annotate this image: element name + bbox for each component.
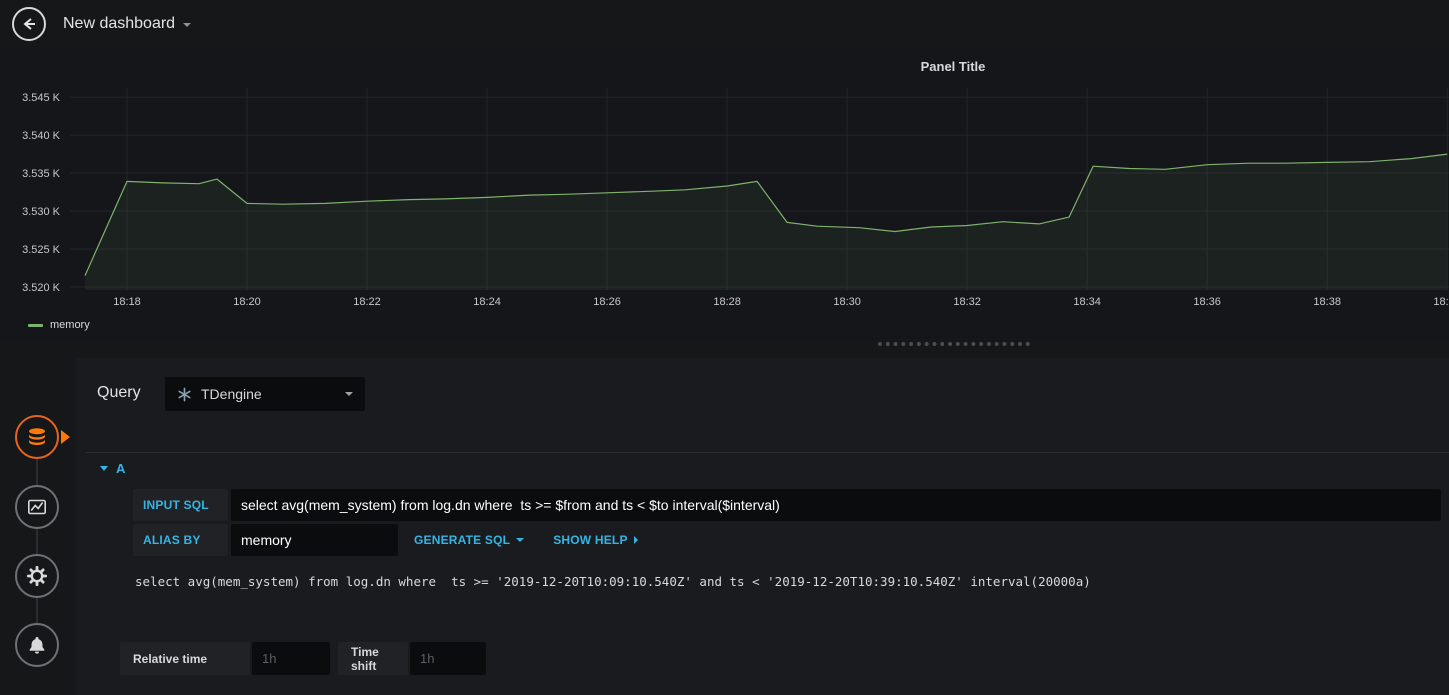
chevron-down-icon (345, 392, 353, 396)
chevron-down-icon (516, 538, 525, 542)
time-series-chart[interactable]: 18:18 18:20 18:22 18:24 18:26 18:28 18:30 18:32… (0, 48, 1449, 341)
chevron-right-icon (633, 536, 638, 544)
input-sql-row: INPUT SQL (133, 489, 1441, 521)
graph-panel: Panel Title 18:18 18:20 18:22 18:24 18:26 18:… (0, 48, 1449, 341)
svg-text:18:34: 18:34 (1073, 296, 1101, 308)
back-button[interactable] (12, 7, 46, 41)
svg-text:18:28: 18:28 (713, 296, 741, 308)
navbar: New dashboard (0, 0, 1449, 48)
chevron-down-icon (183, 23, 192, 27)
tab-connector-line (36, 437, 38, 647)
show-help-button[interactable]: SHOW HELP (540, 524, 650, 556)
generate-sql-button[interactable]: GENERATE SQL (401, 524, 537, 556)
svg-text:18:26: 18:26 (593, 296, 621, 308)
database-icon (26, 426, 48, 448)
legend-series-swatch (28, 323, 43, 327)
relative-time-label: Relative time (120, 642, 250, 675)
editor-tab-bar (0, 360, 75, 695)
section-divider (85, 452, 1449, 453)
svg-text:18:32: 18:32 (953, 296, 981, 308)
svg-text:3.535 K: 3.535 K (22, 168, 61, 180)
svg-text:18:24: 18:24 (473, 296, 501, 308)
svg-text:18:40: 18:40 (1433, 296, 1449, 308)
generate-sql-label: GENERATE SQL (414, 533, 511, 547)
sidebar-tab-queries[interactable] (15, 415, 59, 459)
relative-time-field[interactable] (252, 642, 330, 675)
svg-text:18:22: 18:22 (353, 296, 381, 308)
chevron-down-icon (100, 466, 108, 471)
input-sql-label: INPUT SQL (133, 489, 228, 521)
svg-text:18:38: 18:38 (1313, 296, 1341, 308)
sidebar-tab-general[interactable] (15, 554, 59, 598)
svg-text:3.520 K: 3.520 K (22, 282, 61, 294)
time-options-row: Relative time Time shift (120, 642, 486, 675)
svg-text:18:30: 18:30 (833, 296, 861, 308)
chart-legend[interactable]: memory (28, 319, 90, 331)
svg-text:18:18: 18:18 (113, 296, 141, 308)
show-help-label: SHOW HELP (553, 533, 628, 547)
sidebar-tab-alert[interactable] (15, 623, 59, 667)
gear-icon (26, 565, 48, 587)
input-sql-field[interactable] (231, 489, 1441, 521)
alias-by-field[interactable] (231, 524, 398, 556)
active-tab-arrow-icon (61, 430, 70, 444)
chart-icon (26, 496, 48, 518)
alias-by-row: ALIAS BY GENERATE SQL SHOW HELP (133, 524, 1441, 556)
svg-text:18:36: 18:36 (1193, 296, 1221, 308)
dashboard-title-dropdown[interactable]: New dashboard (63, 15, 192, 33)
bell-icon (27, 635, 47, 655)
arrow-left-icon (20, 15, 38, 33)
svg-text:3.525 K: 3.525 K (22, 244, 61, 256)
alias-by-label: ALIAS BY (133, 524, 228, 556)
svg-text:18:20: 18:20 (233, 296, 261, 308)
query-row-collapse-toggle[interactable]: A (100, 461, 125, 476)
svg-text:3.530 K: 3.530 K (22, 206, 61, 218)
time-shift-field[interactable] (410, 642, 486, 675)
sidebar-tab-visualization[interactable] (15, 485, 59, 529)
query-ref-id: A (116, 461, 126, 476)
panel-resize-handle[interactable] (878, 342, 1030, 346)
query-section-title: Query (97, 384, 141, 401)
generated-sql-preview: select avg(mem_system) from log.dn where… (135, 574, 1091, 589)
dashboard-title: New dashboard (63, 15, 176, 32)
svg-text:3.545 K: 3.545 K (22, 92, 61, 104)
query-editor: Query TDengine A INPUT SQL ALIAS BY GENE… (75, 358, 1449, 695)
legend-series-label[interactable]: memory (50, 319, 90, 331)
tdengine-logo-icon (177, 387, 192, 402)
time-shift-label: Time shift (338, 642, 408, 675)
svg-text:3.540 K: 3.540 K (22, 130, 61, 142)
datasource-name: TDengine (201, 386, 262, 402)
datasource-select[interactable]: TDengine (165, 377, 365, 411)
